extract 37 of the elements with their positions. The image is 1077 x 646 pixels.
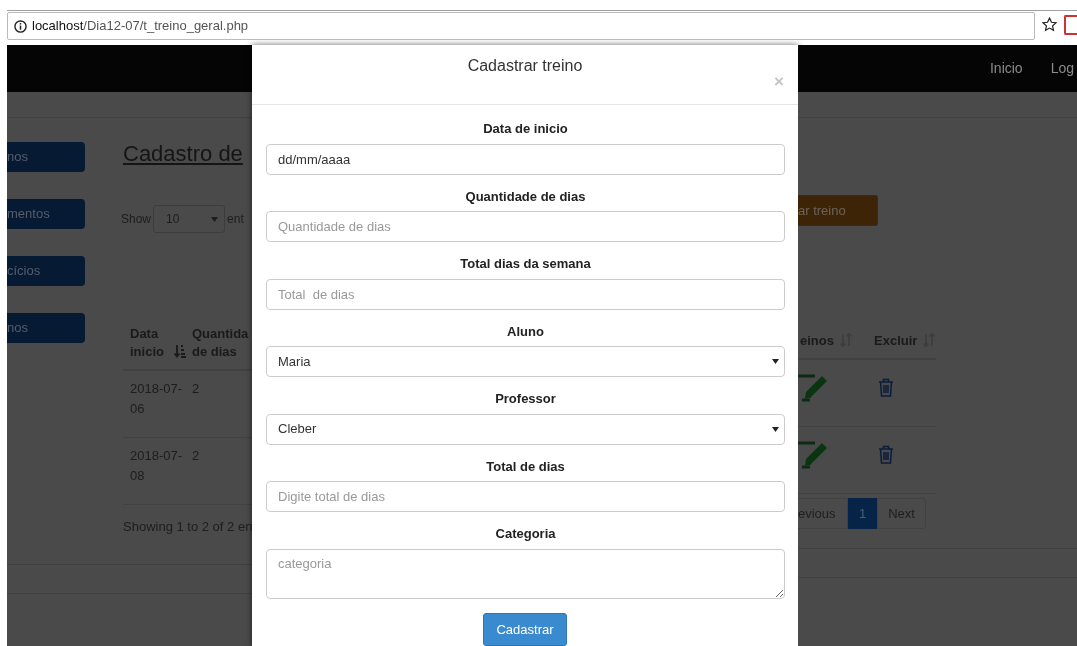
info-icon[interactable] [14, 19, 27, 33]
select-field[interactable]: Maria [266, 346, 785, 377]
star-icon[interactable] [1042, 17, 1057, 32]
field-label: Categoria [494, 525, 557, 543]
edit-icon[interactable] [798, 374, 828, 402]
sort-ascending-icon[interactable] [174, 344, 186, 358]
close-button[interactable]: × [774, 73, 784, 90]
input-field[interactable]: Digite total de dias [266, 481, 785, 512]
text-area[interactable]: categoria [266, 548, 785, 599]
nav-link[interactable]: Inicio [989, 58, 1023, 79]
caret-icon [772, 426, 779, 432]
sidebar-button[interactable]: mentos [7, 199, 85, 229]
select-field[interactable]: Cleber [266, 413, 785, 445]
sidebar-button[interactable]: nos [7, 142, 85, 172]
sidebar-button[interactable]: cícios [7, 256, 85, 286]
caret-icon [211, 216, 219, 222]
trash-icon[interactable] [878, 445, 894, 464]
field-label: Total de dias [485, 457, 566, 476]
input-field[interactable]: Total de dias [266, 278, 785, 310]
sidebar-button[interactable]: nos [7, 313, 85, 343]
extension-icon[interactable] [1064, 15, 1077, 35]
modal-title: Cadastrar treino [466, 56, 584, 76]
field-label: Aluno [506, 322, 545, 341]
page-link[interactable]: 1 [848, 498, 878, 529]
nav-link[interactable]: Log [1050, 58, 1074, 79]
edit-icon[interactable] [798, 441, 828, 469]
field-label: Quantidade de dias [464, 187, 587, 206]
field-label: Professor [494, 390, 557, 408]
url-text[interactable]: localhost/Dia12-07/t_treino_geral.php [32, 16, 249, 36]
submit-button[interactable]: Cadastrar [483, 612, 567, 646]
add-button[interactable]: ar treino [798, 195, 878, 226]
input-field[interactable]: dd/mm/aaaa [266, 143, 785, 175]
field-label: Total dias da semana [459, 255, 592, 273]
field-label: Data de inicio [482, 120, 569, 138]
caret-icon [772, 359, 779, 364]
input-field[interactable]: Quantidade de dias [266, 211, 785, 242]
trash-icon[interactable] [878, 378, 894, 397]
